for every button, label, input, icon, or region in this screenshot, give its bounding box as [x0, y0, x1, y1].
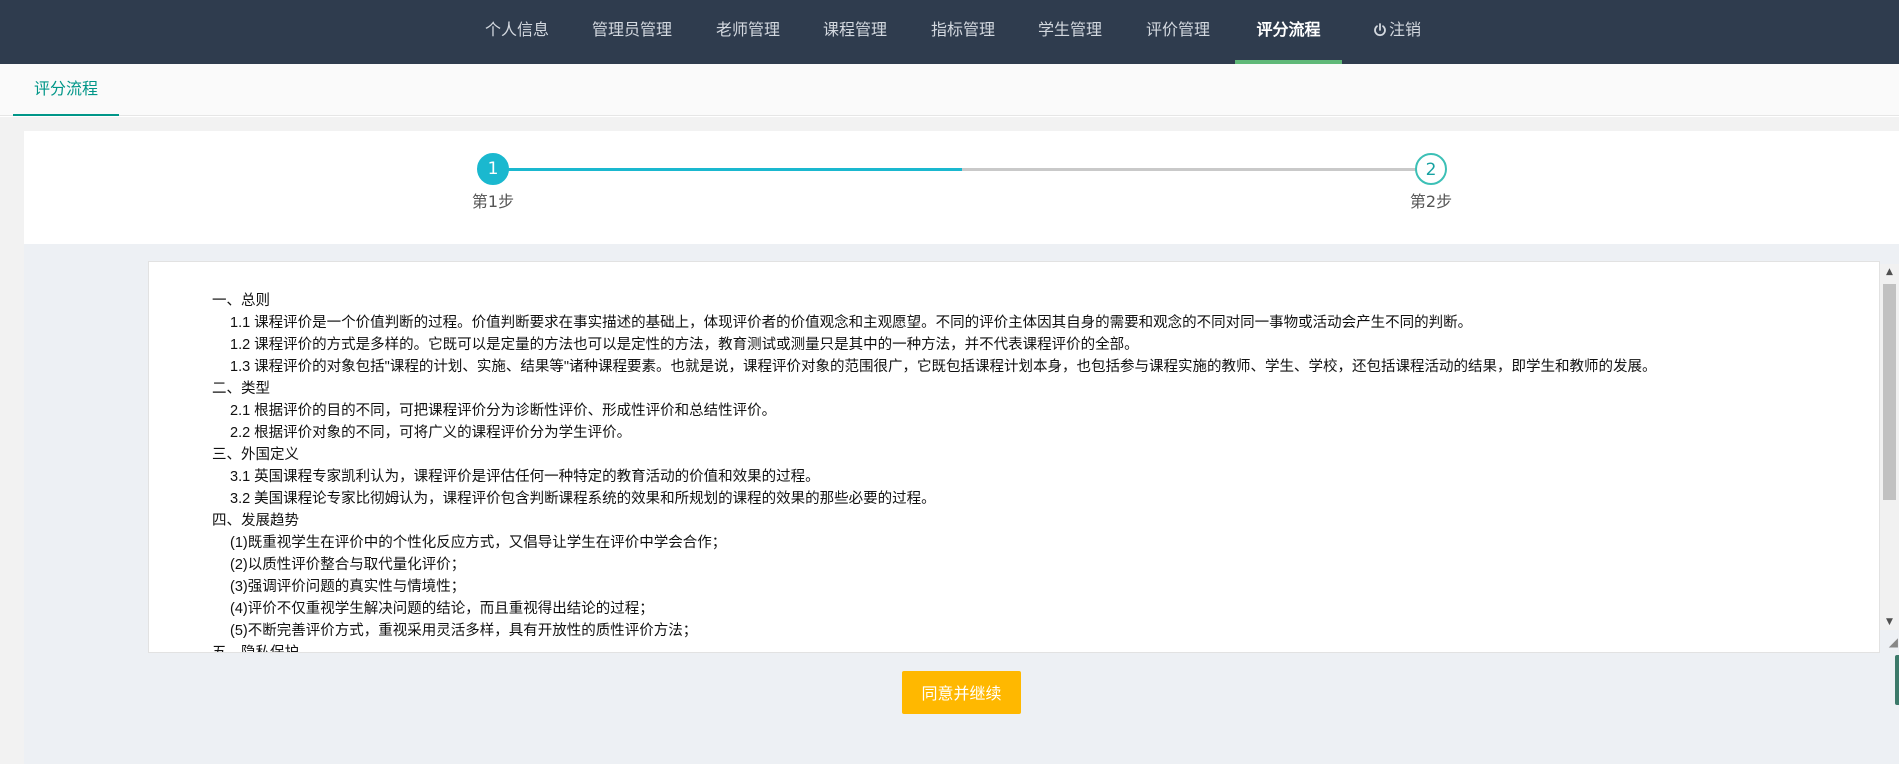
nav-item-logout-label: 注销	[1388, 20, 1421, 39]
section-item: 2.1 根据评价的目的不同，可把课程评价分为诊断性评价、形成性评价和总结性评价。	[230, 403, 777, 419]
side-edge-tab	[1895, 655, 1899, 705]
scroll-thumb[interactable]	[1883, 284, 1896, 500]
section-item: 1.2 课程评价的方式是多样的。它既可以是定量的方法也可以是定性的方法，教育测试…	[230, 337, 1139, 353]
tab-bar: 评分流程	[0, 64, 1899, 116]
section-heading: 二、类型	[212, 381, 270, 397]
step-remaining-line	[962, 168, 1416, 171]
top-navigation: 个人信息 管理员管理 老师管理 课程管理 指标管理 学生管理 评价管理 评分流程…	[0, 0, 1899, 64]
nav-item-admin-management[interactable]: 管理员管理	[582, 0, 682, 64]
step-2-label: 第2步	[1409, 192, 1453, 211]
section-heading: 五、隐私保护	[212, 645, 299, 653]
nav-item-indicator-management[interactable]: 指标管理	[921, 0, 1005, 64]
section-item: (4)评价不仅重视学生解决问题的结论，而且重视得出结论的过程；	[230, 601, 654, 617]
section-heading: 三、外国定义	[212, 447, 299, 463]
steps-area	[24, 131, 1899, 244]
step-pointer	[480, 230, 508, 244]
nav-item-student-management[interactable]: 学生管理	[1028, 0, 1112, 64]
step-1-label: 第1步	[471, 192, 515, 211]
section-item: (5)不断完善评价方式，重视采用灵活多样，具有开放性的质性评价方法；	[230, 623, 698, 639]
scroll-down-arrow-icon[interactable]: ▼	[1880, 614, 1899, 630]
scroll-up-arrow-icon[interactable]: ▲	[1880, 264, 1899, 280]
section-item: 1.1 课程评价是一个价值判断的过程。价值判断要求在事实描述的基础上，体现评价者…	[230, 315, 1473, 331]
agreement-text-box[interactable]: 一、总则 1.1 课程评价是一个价值判断的过程。价值判断要求在事实描述的基础上，体…	[148, 261, 1880, 653]
section-heading: 四、发展趋势	[212, 513, 299, 529]
nav-item-course-management[interactable]: 课程管理	[813, 0, 897, 64]
section-item: (3)强调评价问题的真实性与情境性；	[230, 579, 466, 595]
resize-grip-icon[interactable]: ◢	[1882, 634, 1898, 650]
section-item: (2)以质性评价整合与取代量化评价；	[230, 557, 466, 573]
nav-item-personal-info[interactable]: 个人信息	[475, 0, 559, 64]
step-2-circle: 2	[1415, 153, 1447, 185]
section-item: 3.2 美国课程论专家比彻姆认为，课程评价包含判断课程系统的效果和所规划的课程的…	[230, 491, 936, 507]
nav-item-evaluation-management[interactable]: 评价管理	[1136, 0, 1220, 64]
section-item: 3.1 英国课程专家凯利认为，课程评价是评估任何一种特定的教育活动的价值和效果的…	[230, 469, 820, 485]
step-progress-line	[508, 168, 962, 171]
agreement-text: 一、总则 1.1 课程评价是一个价值判断的过程。价值判断要求在事实描述的基础上，体…	[212, 290, 1832, 653]
section-item: 2.2 根据评价对象的不同，可将广义的课程评价分为学生评价。	[230, 425, 632, 441]
section-item: 1.3 课程评价的对象包括"课程的计划、实施、结果等"诸种课程要素。也就是说，课…	[230, 359, 1657, 375]
tab-scoring-process[interactable]: 评分流程	[13, 64, 119, 116]
section-heading: 一、总则	[212, 293, 270, 309]
step-1-circle: 1	[477, 153, 509, 185]
nav-item-teacher-management[interactable]: 老师管理	[706, 0, 790, 64]
text-scrollbar[interactable]: ▲ ▼	[1880, 264, 1899, 630]
power-icon	[1373, 2, 1387, 62]
nav-item-scoring-process[interactable]: 评分流程	[1235, 0, 1342, 64]
section-item: (1)既重视学生在评价中的个性化反应方式，又倡导让学生在评价中学会合作；	[230, 535, 727, 551]
agree-continue-button[interactable]: 同意并继续	[902, 671, 1021, 714]
nav-item-logout[interactable]: 注销	[1355, 0, 1439, 64]
